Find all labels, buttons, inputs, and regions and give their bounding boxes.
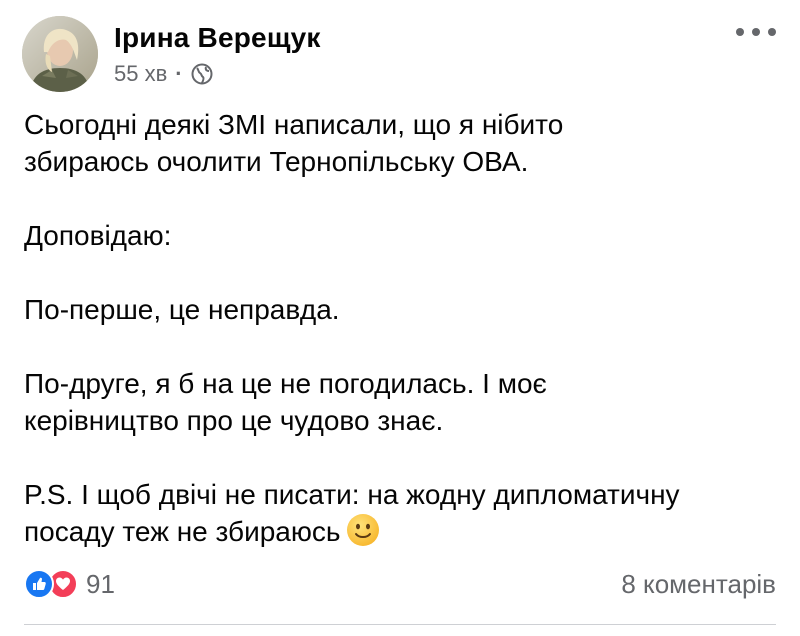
post-footer: 91 8 коментарів	[24, 562, 776, 606]
ellipsis-dot	[768, 28, 776, 36]
post-header: Ірина Верещук 55 хв ·	[22, 14, 321, 94]
post-paragraph: Доповідаю:	[24, 217, 784, 254]
author-block: Ірина Верещук 55 хв ·	[114, 21, 321, 87]
meta-separator: ·	[175, 61, 183, 86]
ellipsis-icon[interactable]	[736, 22, 776, 42]
post-meta: 55 хв ·	[114, 61, 321, 87]
text-line: Доповідаю:	[24, 220, 172, 251]
post-text: Сьогодні деякі ЗМІ написали, що я нібито…	[24, 106, 784, 550]
post-paragraph: P.S. І щоб двічі не писати: на жодну дип…	[24, 476, 784, 550]
ellipsis-dot	[736, 28, 744, 36]
text-line: По-перше, це неправда.	[24, 294, 340, 325]
smiling-face-emoji-icon	[346, 513, 380, 547]
reaction-count: 91	[86, 568, 115, 599]
ellipsis-dot	[752, 28, 760, 36]
comments-count-link[interactable]: 8 коментарів	[621, 569, 776, 600]
footer-divider	[24, 624, 776, 625]
post-paragraph: По-перше, це неправда.	[24, 291, 784, 328]
text-line: збираюсь очолити Тернопільську ОВА.	[24, 146, 529, 177]
like-reaction-icon	[24, 569, 54, 599]
text-line-with-emoji: посаду теж не збираюсь	[24, 513, 784, 550]
reactions-summary[interactable]: 91	[24, 569, 115, 600]
text-line: Сьогодні деякі ЗМІ написали, що я нібито	[24, 109, 564, 140]
text-line: посаду теж не збираюсь	[24, 516, 341, 547]
author-name[interactable]: Ірина Верещук	[114, 21, 321, 55]
post-paragraph: Сьогодні деякі ЗМІ написали, що я нібито…	[24, 106, 784, 180]
post-timestamp[interactable]: 55 хв	[114, 61, 167, 87]
text-line: керівництво про це чудово знає.	[24, 405, 444, 436]
avatar[interactable]	[22, 16, 98, 92]
text-line: P.S. І щоб двічі не писати: на жодну дип…	[24, 479, 680, 510]
text-line: По-друге, я б на це не погодилась. І моє	[24, 368, 547, 399]
facebook-post: Ірина Верещук 55 хв · Сьогодні деякі ЗМІ…	[0, 0, 800, 636]
globe-icon	[191, 63, 213, 85]
post-paragraph: По-друге, я б на це не погодилась. І моє…	[24, 365, 784, 439]
avatar-image	[22, 16, 98, 92]
